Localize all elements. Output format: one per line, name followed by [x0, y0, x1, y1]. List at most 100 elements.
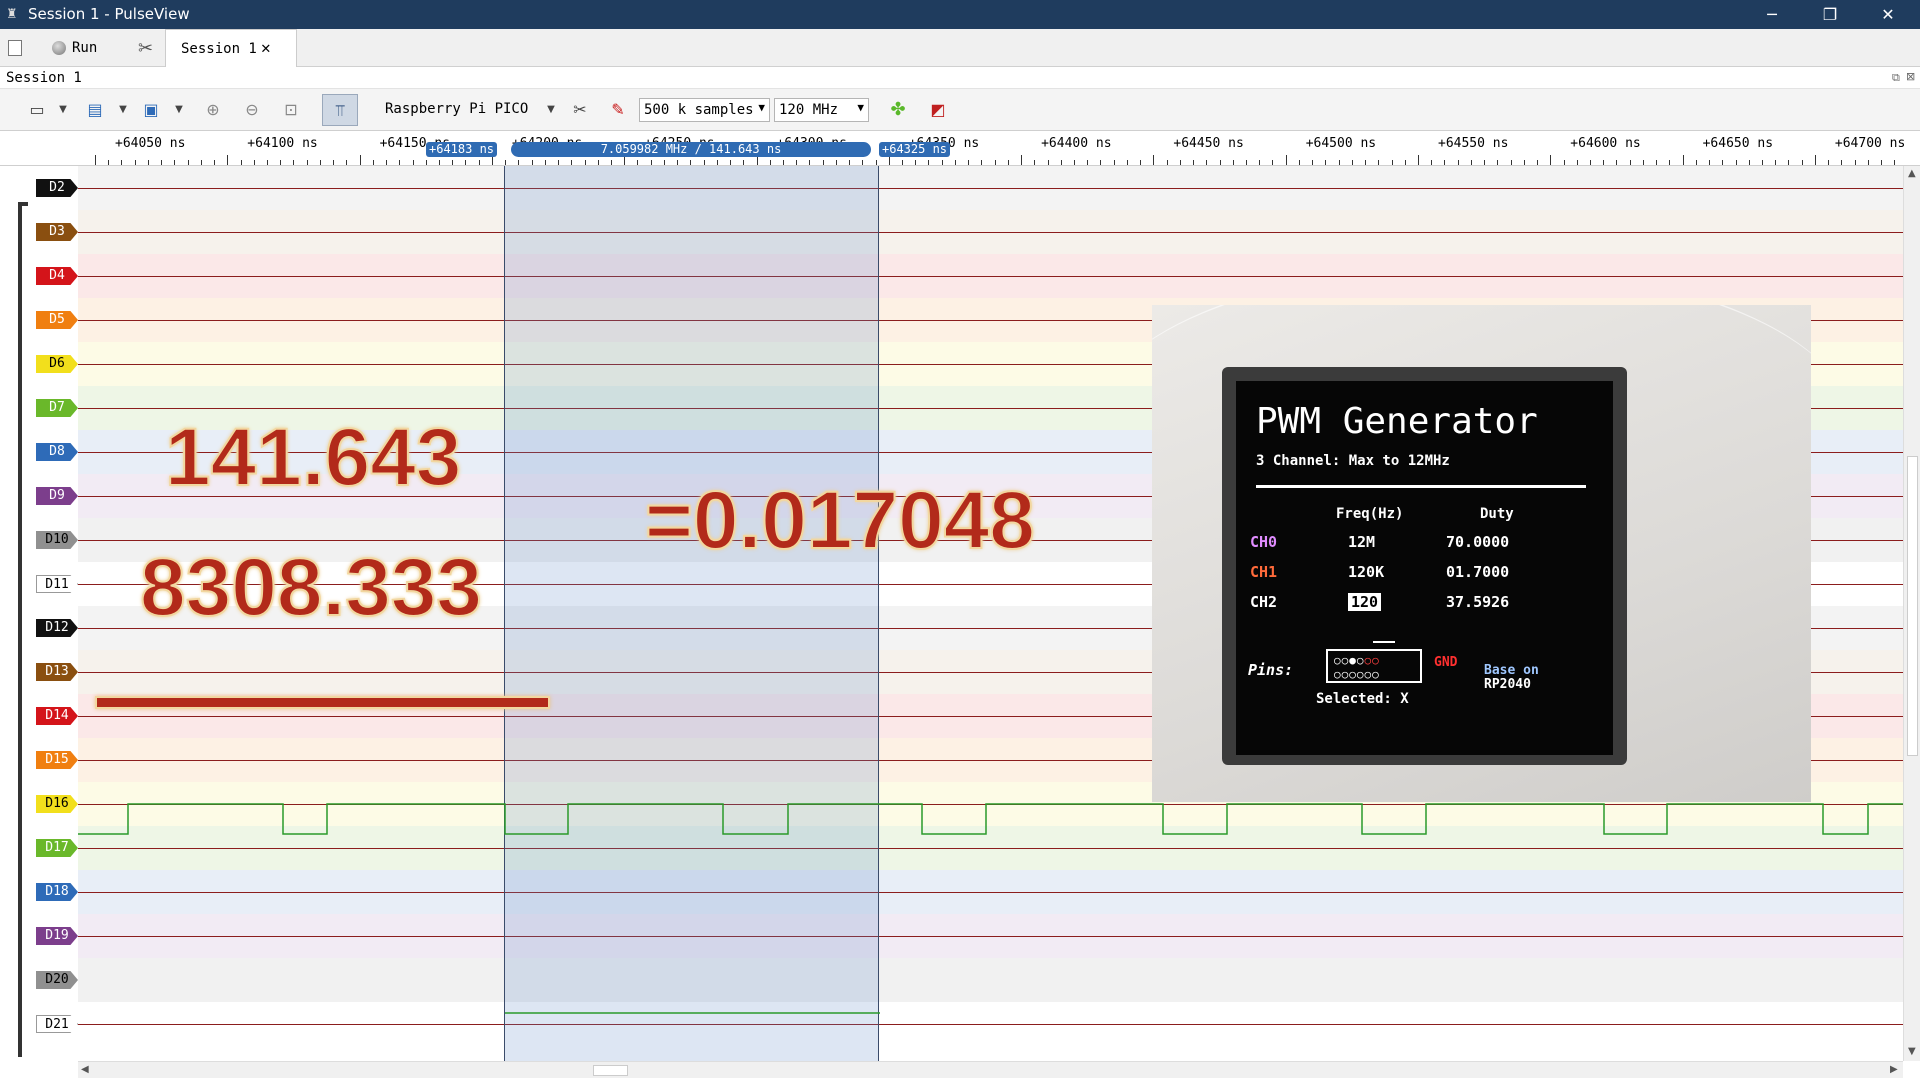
ruler-tick [1060, 160, 1062, 165]
configure-device-icon[interactable]: ✂ [569, 99, 591, 121]
channel-row-d19[interactable] [78, 914, 1903, 958]
ruler-tick [690, 160, 692, 165]
scroll-right-icon[interactable]: ▶ [1890, 1064, 1898, 1075]
open-file-icon[interactable]: ▤ [84, 99, 106, 121]
sample-rate-value: 120 MHz [779, 102, 839, 118]
channel-label-d6[interactable]: D6 [36, 355, 78, 373]
horizontal-scrollbar[interactable]: ◀ ▶ [78, 1061, 1903, 1078]
scroll-down-icon[interactable]: ▼ [1908, 1046, 1916, 1057]
new-view-icon[interactable]: ▭ [26, 99, 48, 121]
ruler-tick [1087, 160, 1089, 165]
cursor-selection-region[interactable] [504, 166, 879, 1061]
probe-config-icon[interactable]: ✎ [607, 99, 629, 121]
ruler-tick [571, 160, 573, 165]
new-session-button[interactable] [8, 35, 22, 61]
close-tab-icon[interactable]: ✕ [261, 38, 271, 57]
ruler-tick [425, 160, 427, 165]
ruler-tick [1735, 160, 1737, 165]
ruler-tick [1828, 160, 1830, 165]
open-dropdown-icon[interactable]: ▼ [112, 99, 134, 121]
scroll-up-icon[interactable]: ▲ [1908, 168, 1916, 179]
channel-label-d20[interactable]: D20 [36, 971, 78, 989]
cursor-right-flag[interactable]: +64325 ns [879, 142, 951, 157]
ruler-tick [1444, 160, 1446, 165]
ruler-tick [1246, 160, 1247, 165]
channel-row-d21[interactable] [78, 1002, 1903, 1046]
session-header: Session 1 ⧉ ⊠ [0, 67, 1920, 89]
horizontal-scroll-thumb[interactable] [593, 1065, 628, 1076]
device-selector-label[interactable]: Raspberry Pi PICO [385, 101, 528, 117]
channel-row-d4[interactable] [78, 254, 1903, 298]
channel-label-d7[interactable]: D7 [36, 399, 78, 417]
channel-label-d9[interactable]: D9 [36, 487, 78, 505]
channel-label-d16[interactable]: D16 [36, 795, 78, 813]
close-view-icon[interactable]: ⊠ [1906, 70, 1915, 83]
vertical-scroll-thumb[interactable] [1907, 456, 1918, 756]
vertical-scrollbar[interactable]: ▲ ▼ [1903, 166, 1920, 1061]
channel-label-d17[interactable]: D17 [36, 839, 78, 857]
ruler-label: +64400 ns [1041, 136, 1112, 151]
channel-label-d10[interactable]: D10 [36, 531, 78, 549]
sample-count-select[interactable]: 500 k samples ▼ [639, 98, 770, 122]
lcd-selected: Selected: X [1316, 691, 1409, 707]
pins-row-top: ○○●○○○ [1334, 654, 1380, 667]
ruler-tick [1854, 160, 1856, 165]
channel-label-d12[interactable]: D12 [36, 619, 78, 637]
ruler-tick [849, 160, 851, 165]
tab-session-1[interactable]: Session 1 ✕ [165, 29, 297, 67]
channel-label-d21[interactable]: D21 [36, 1015, 78, 1033]
save-dropdown-icon[interactable]: ▼ [168, 99, 190, 121]
ruler-tick [1166, 160, 1168, 165]
cursor-measurement[interactable]: 7.059982 MHz / 141.643 ns [511, 142, 871, 157]
lcd-col-freq: Freq(Hz) [1336, 506, 1404, 522]
channel-group-bar[interactable] [18, 202, 22, 1057]
lcd-screen: PWM Generator 3 Channel: Max to 12MHz Fr… [1236, 381, 1613, 755]
math-channel-icon[interactable]: ◩ [927, 99, 949, 121]
run-button[interactable]: Run [52, 35, 97, 61]
ruler-tick [1775, 160, 1777, 165]
channel-label-d3[interactable]: D3 [36, 223, 78, 241]
scroll-left-icon[interactable]: ◀ [81, 1064, 89, 1075]
new-view-dropdown-icon[interactable]: ▼ [52, 99, 74, 121]
ruler-tick [875, 160, 877, 165]
minimize-button[interactable]: ─ [1743, 0, 1801, 29]
sample-rate-select[interactable]: 120 MHz ▼ [774, 98, 869, 122]
ruler-tick [703, 160, 705, 165]
lcd-row-freq: 120 [1348, 593, 1382, 611]
channel-row-d3[interactable] [78, 210, 1903, 254]
ruler-tick [1841, 160, 1843, 165]
zoom-in-icon[interactable]: ⊕ [202, 99, 224, 121]
channel-row-d2[interactable] [78, 166, 1903, 210]
time-ruler[interactable]: +64050 ns+64100 ns+64150 ns+64200 ns+642… [0, 131, 1920, 166]
save-file-icon[interactable]: ▣ [140, 99, 162, 121]
ruler-tick [121, 160, 123, 165]
channel-row-d20[interactable] [78, 958, 1903, 1002]
channel-label-d15[interactable]: D15 [36, 751, 78, 769]
show-cursors-icon[interactable]: ⫪ [322, 94, 358, 126]
ruler-tick [1126, 160, 1128, 165]
channel-row-d18[interactable] [78, 870, 1903, 914]
channel-row-d17[interactable] [78, 826, 1903, 870]
restore-button[interactable]: ❐ [1801, 0, 1859, 29]
cursor-left-flag[interactable]: +64183 ns [426, 142, 498, 157]
channel-label-d8[interactable]: D8 [36, 443, 78, 461]
device-dropdown-icon[interactable]: ▼ [540, 99, 562, 121]
channel-label-d19[interactable]: D19 [36, 927, 78, 945]
channel-label-d2[interactable]: D2 [36, 179, 78, 197]
ruler-tick [1285, 155, 1287, 165]
channel-label-d18[interactable]: D18 [36, 883, 78, 901]
zoom-fit-icon[interactable]: ⊡ [280, 99, 302, 121]
channel-label-d14[interactable]: D14 [36, 707, 78, 725]
lcd-row-freq: 12M [1348, 533, 1376, 551]
channel-label-d5[interactable]: D5 [36, 311, 78, 329]
channel-label-d4[interactable]: D4 [36, 267, 78, 285]
ruler-tick [1709, 160, 1711, 165]
add-decoder-icon[interactable]: ✤ [887, 99, 909, 121]
channel-label-d11[interactable]: D11 [36, 575, 78, 593]
ruler-tick [677, 160, 679, 165]
float-view-icon[interactable]: ⧉ [1892, 71, 1900, 85]
zoom-out-icon[interactable]: ⊖ [241, 99, 263, 121]
settings-button[interactable]: ✂ [138, 35, 153, 61]
channel-label-d13[interactable]: D13 [36, 663, 78, 681]
close-button[interactable]: ✕ [1859, 0, 1917, 29]
